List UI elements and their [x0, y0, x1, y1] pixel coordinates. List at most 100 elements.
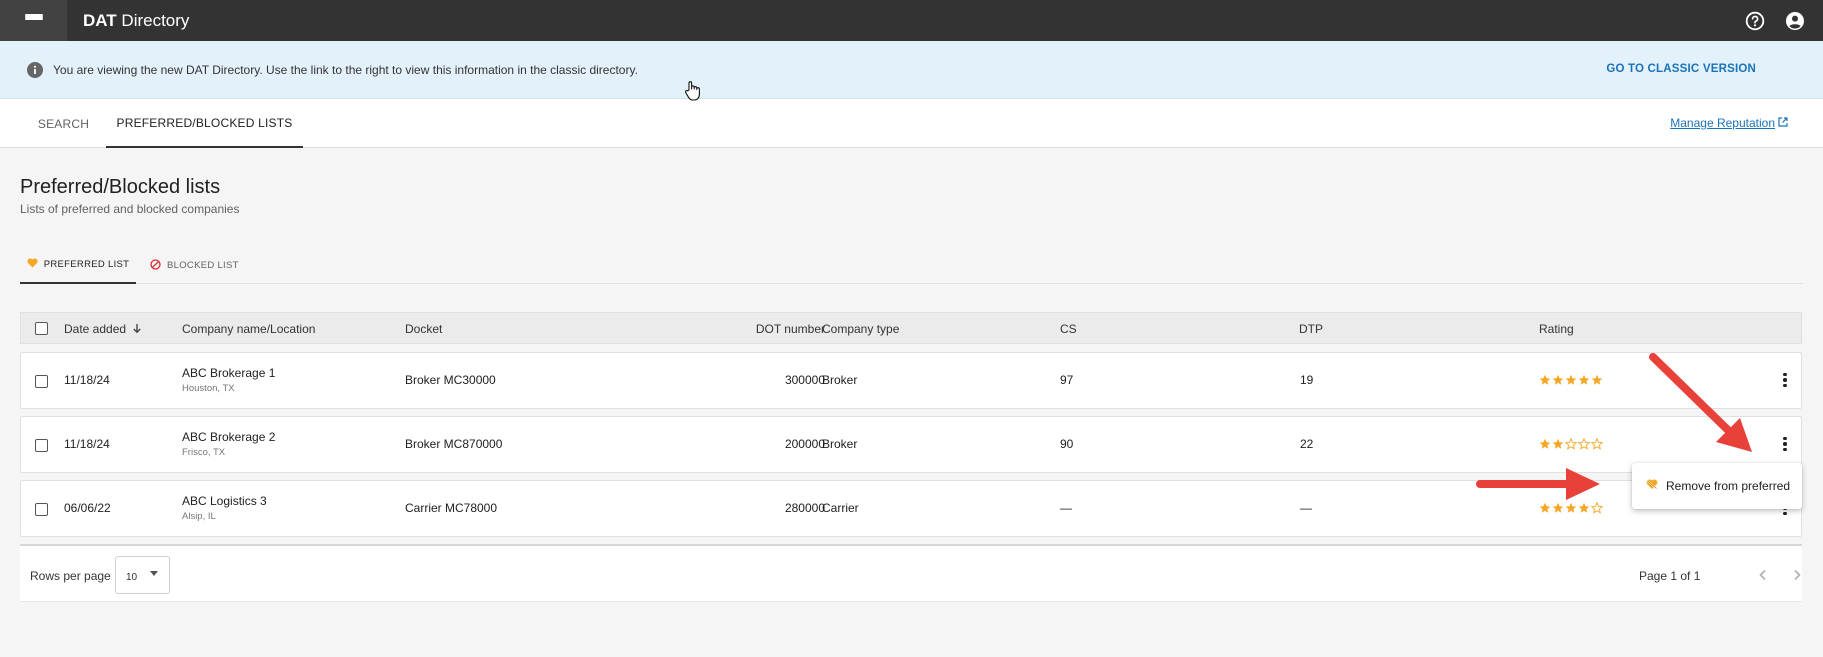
- block-icon: [150, 258, 161, 273]
- row-dot-number: 280000: [784, 501, 825, 515]
- table-row: 11/18/24 ABC Brokerage 2 Frisco, TX Brok…: [20, 416, 1802, 473]
- row-cs: —: [1060, 501, 1072, 515]
- tab-blocked-label: BLOCKED LIST: [167, 260, 239, 271]
- sort-arrow-down-icon: [129, 322, 142, 336]
- manage-reputation-link[interactable]: Manage Reputation: [1670, 116, 1788, 130]
- app-bar: DAT Directory: [0, 0, 1823, 41]
- next-page-icon[interactable]: [1785, 563, 1809, 587]
- manage-reputation-label: Manage Reputation: [1670, 116, 1775, 130]
- external-link-icon: [1778, 116, 1788, 130]
- row-dot-number: 300000: [784, 373, 825, 387]
- col-company: Company name/Location: [182, 322, 316, 336]
- col-rating: Rating: [1539, 322, 1574, 336]
- row-date: 11/18/24: [64, 373, 110, 387]
- row-date: 11/18/24: [64, 437, 110, 451]
- app-title: DAT Directory: [83, 11, 189, 31]
- table-row: 06/06/22 ABC Logistics 3 Alsip, IL Carri…: [20, 480, 1802, 537]
- remove-from-preferred-item[interactable]: Remove from preferred: [1632, 463, 1802, 509]
- table-footer: Rows per page 10 Page 1 of 1: [20, 544, 1802, 602]
- tab-preferred-blocked-lists[interactable]: PREFERRED/BLOCKED LISTS: [106, 99, 303, 148]
- star-filled-icon: [1539, 374, 1551, 385]
- star-rating: [1539, 502, 1603, 514]
- row-company: ABC Logistics 3 Alsip, IL: [182, 494, 267, 522]
- remove-preferred-icon: [1646, 477, 1658, 495]
- tab-preferred-list[interactable]: PREFERRED LIST: [20, 247, 136, 284]
- col-dot-number: DOT number: [755, 322, 825, 336]
- star-rating: [1539, 438, 1603, 450]
- row-docket: Carrier MC78000: [405, 501, 498, 515]
- menu-button[interactable]: [0, 0, 67, 41]
- company-name: ABC Logistics 3: [182, 494, 267, 508]
- main-tab-bar: SEARCH PREFERRED/BLOCKED LISTS Manage Re…: [0, 99, 1823, 148]
- caret-down-icon: [150, 571, 158, 576]
- company-name: ABC Brokerage 2: [182, 430, 276, 444]
- star-filled-icon: [1539, 438, 1551, 449]
- star-empty-icon: [1578, 438, 1590, 450]
- star-filled-icon: [1565, 374, 1577, 385]
- tab-search[interactable]: SEARCH: [22, 99, 105, 148]
- row-dot-number: 200000: [784, 437, 825, 451]
- banner-message: You are viewing the new DAT Directory. U…: [53, 62, 638, 77]
- info-icon: [27, 61, 43, 78]
- hamburger-icon: [24, 13, 43, 28]
- row-company-type: Broker: [822, 373, 858, 387]
- account-icon[interactable]: [1785, 11, 1805, 31]
- app-title-brand: DAT: [83, 10, 117, 30]
- row-actions-menu: Remove from preferred: [1632, 463, 1802, 509]
- hand-cursor-icon: [684, 80, 702, 107]
- page-info: Page 1 of 1: [1639, 569, 1701, 583]
- star-empty-icon: [1591, 438, 1603, 450]
- go-to-classic-link[interactable]: GO TO CLASSIC VERSION: [1606, 63, 1756, 75]
- col-date-label: Date added: [64, 322, 127, 336]
- star-filled-icon: [1552, 438, 1564, 449]
- star-empty-icon: [1565, 438, 1577, 450]
- row-cs: 97: [1060, 373, 1074, 387]
- page-subtitle: Lists of preferred and blocked companies: [20, 202, 240, 216]
- table-row: 11/18/24 ABC Brokerage 1 Houston, TX Bro…: [20, 352, 1802, 409]
- company-location: Alsip, IL: [182, 511, 216, 522]
- rows-per-page-select[interactable]: 10: [115, 556, 170, 594]
- star-empty-icon: [1591, 502, 1603, 514]
- row-checkbox[interactable]: [35, 503, 48, 516]
- col-cs: CS: [1060, 322, 1077, 336]
- help-icon[interactable]: [1745, 11, 1765, 31]
- row-cs: 90: [1060, 437, 1074, 451]
- row-company: ABC Brokerage 2 Frisco, TX: [182, 430, 275, 458]
- page-title: Preferred/Blocked lists: [20, 176, 221, 198]
- more-actions-icon[interactable]: [1776, 371, 1794, 389]
- star-filled-icon: [1578, 502, 1590, 513]
- row-company-type: Carrier: [822, 501, 859, 515]
- star-filled-icon: [1552, 502, 1564, 513]
- row-company-type: Broker: [822, 437, 858, 451]
- row-company: ABC Brokerage 1 Houston, TX: [182, 366, 275, 394]
- star-filled-icon: [1591, 374, 1603, 385]
- row-checkbox[interactable]: [35, 375, 48, 388]
- heart-icon: [27, 258, 38, 271]
- star-filled-icon: [1552, 374, 1564, 385]
- row-docket: Broker MC30000: [405, 373, 496, 387]
- info-banner: You are viewing the new DAT Directory. U…: [0, 41, 1823, 99]
- star-rating: [1539, 374, 1603, 386]
- table-header: Date added Company name/Location Docket …: [20, 312, 1802, 344]
- tab-preferred-label: PREFERRED LIST: [43, 259, 130, 270]
- row-date: 06/06/22: [64, 501, 111, 515]
- list-tabs: PREFERRED LIST BLOCKED LIST: [20, 247, 1803, 284]
- remove-from-preferred-label: Remove from preferred: [1666, 479, 1791, 493]
- prev-page-icon[interactable]: [1751, 563, 1775, 587]
- col-dtp: DTP: [1299, 322, 1323, 336]
- row-checkbox[interactable]: [35, 439, 48, 452]
- select-all-checkbox[interactable]: [35, 322, 48, 335]
- rows-per-page-label: Rows per page: [30, 569, 111, 583]
- rows-per-page-value: 10: [126, 572, 138, 583]
- row-dtp: —: [1300, 501, 1312, 515]
- col-date-added[interactable]: Date added: [64, 322, 142, 336]
- company-location: Houston, TX: [182, 383, 235, 394]
- app-title-rest: Directory: [116, 10, 190, 30]
- star-filled-icon: [1578, 374, 1590, 385]
- star-filled-icon: [1539, 502, 1551, 513]
- star-filled-icon: [1565, 502, 1577, 513]
- tab-blocked-list[interactable]: BLOCKED LIST: [150, 247, 250, 284]
- row-docket: Broker MC870000: [405, 437, 503, 451]
- col-docket: Docket: [405, 322, 443, 336]
- more-actions-icon[interactable]: [1776, 435, 1794, 453]
